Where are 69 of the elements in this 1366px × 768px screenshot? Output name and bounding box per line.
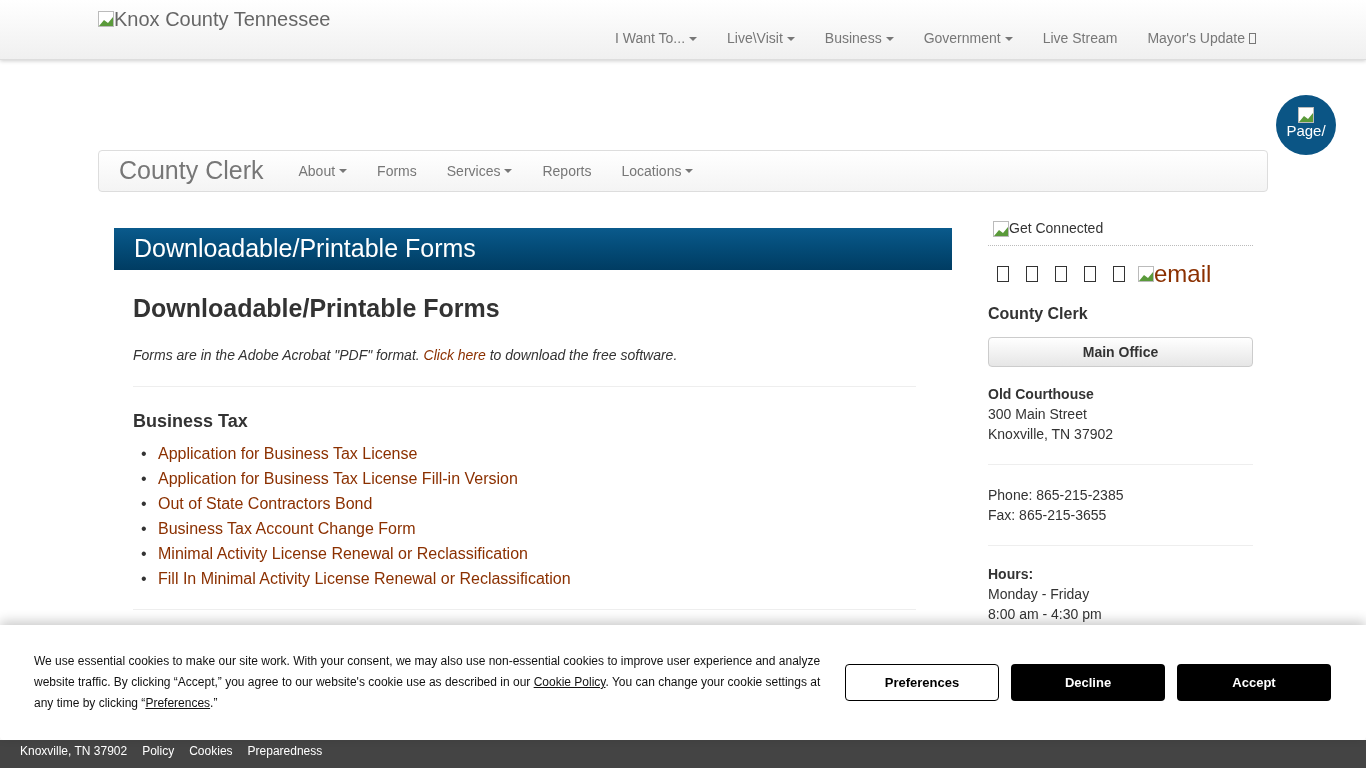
broken-image-icon xyxy=(1138,266,1154,282)
caret-icon xyxy=(885,36,894,41)
caret-icon xyxy=(685,169,694,173)
section-menu-item[interactable]: About xyxy=(298,160,348,182)
contact-line: Phone: 865-215-2385 xyxy=(988,486,1125,505)
section-title[interactable]: County Clerk xyxy=(119,152,264,190)
section-heading: Business Tax xyxy=(133,409,249,433)
glyph-box-icon[interactable] xyxy=(1026,266,1038,282)
page-banner: Downloadable/Printable Forms xyxy=(114,228,952,270)
bullet: • xyxy=(141,543,148,564)
nav-menu-item[interactable]: Live\Visit xyxy=(727,28,795,49)
caret-icon xyxy=(786,36,795,41)
caret-icon xyxy=(1004,36,1013,41)
footer-link[interactable]: Policy xyxy=(142,742,175,760)
email-link[interactable]: email xyxy=(1138,256,1212,292)
bullet: • xyxy=(141,443,148,464)
footer-link[interactable]: Knoxville, TN 37902 xyxy=(20,742,128,760)
hours-label: Hours: xyxy=(988,565,1035,584)
caret-icon xyxy=(689,36,698,41)
form-link[interactable]: Out of State Contractors Bond xyxy=(158,490,373,516)
address-line: 300 Main Street xyxy=(988,405,1088,424)
main-office-button[interactable]: Main Office xyxy=(988,337,1253,367)
nav-menu-item[interactable]: Live Stream xyxy=(1042,28,1118,49)
form-link[interactable]: Minimal Activity License Renewal or Reclassification xyxy=(158,540,528,566)
section-menu-item[interactable]: Locations xyxy=(621,160,694,182)
glyph-box-icon[interactable] xyxy=(997,266,1009,282)
form-link[interactable]: Business Tax Account Change Form xyxy=(158,515,416,541)
bullet: • xyxy=(141,493,148,514)
form-link[interactable]: Fill In Minimal Activity License Renewal or Reclassification xyxy=(158,565,571,591)
broken-image-icon xyxy=(98,11,114,27)
broken-image-icon xyxy=(1298,107,1314,123)
contact-line: Fax: 865-215-3655 xyxy=(988,506,1108,525)
office-title: County Clerk xyxy=(988,304,1089,324)
bullet: • xyxy=(141,468,148,489)
glyph-box-icon[interactable] xyxy=(1055,266,1067,282)
address-line: Knoxville, TN 37902 xyxy=(988,425,1115,444)
section-menu-item[interactable]: Reports xyxy=(542,160,592,182)
cookie-button[interactable]: Decline xyxy=(1011,664,1165,701)
section-menu-item[interactable]: Services xyxy=(446,160,513,182)
content-heading: Downloadable/Printable Forms xyxy=(133,293,501,324)
nav-menu-item[interactable]: Government xyxy=(923,28,1013,49)
form-link[interactable]: Application for Business Tax License Fill-in Version xyxy=(158,465,518,491)
click-here-link[interactable]: Click here xyxy=(423,346,486,363)
floating-page-button[interactable]: Page/ xyxy=(1276,95,1336,155)
glyph-box-icon[interactable] xyxy=(1084,266,1096,282)
bullet: • xyxy=(141,568,148,589)
nav-menu-item[interactable]: Business xyxy=(824,28,894,49)
bullet: • xyxy=(141,518,148,539)
footer-link[interactable]: Preparedness xyxy=(247,742,323,760)
address-name: Old Courthouse xyxy=(988,385,1095,404)
form-link[interactable]: Application for Business Tax License xyxy=(158,440,418,466)
hours-line: Monday - Friday xyxy=(988,585,1091,604)
caret-icon xyxy=(339,169,348,173)
cookie-button[interactable]: Accept xyxy=(1177,664,1331,701)
hours-line: 8:00 am - 4:30 pm xyxy=(988,605,1103,624)
glyph-box-icon xyxy=(1249,33,1256,44)
get-connected-image: Get Connected xyxy=(993,218,1104,239)
preferences-link[interactable]: Preferences xyxy=(145,696,211,710)
cookie-notice-text: We use essential cookies to make our site work. With your consent, we may also use non-essential cookies to improve user experience and analyze website traffic. By clicking “Accept,” you agree to our website's cookie use as described in our Cookie Policy. You can change your cookie settings at any time by clicking “Preferences.” xyxy=(34,653,822,712)
glyph-box-icon[interactable] xyxy=(1113,266,1125,282)
cookie-button[interactable]: Preferences xyxy=(845,664,999,701)
nav-menu-item[interactable]: Mayor's Update xyxy=(1147,28,1256,49)
section-menu-item[interactable]: Forms xyxy=(377,160,417,182)
nav-menu-item[interactable]: I Want To... xyxy=(615,28,698,49)
caret-icon xyxy=(504,169,513,173)
broken-image-icon xyxy=(993,220,1009,237)
footer-link[interactable]: Cookies xyxy=(189,742,233,760)
intro-text: Forms are in the Adobe Acrobat "PDF" format. Click here to download the free software. xyxy=(133,345,679,365)
site-logo[interactable]: Knox County Tennessee xyxy=(98,4,331,34)
